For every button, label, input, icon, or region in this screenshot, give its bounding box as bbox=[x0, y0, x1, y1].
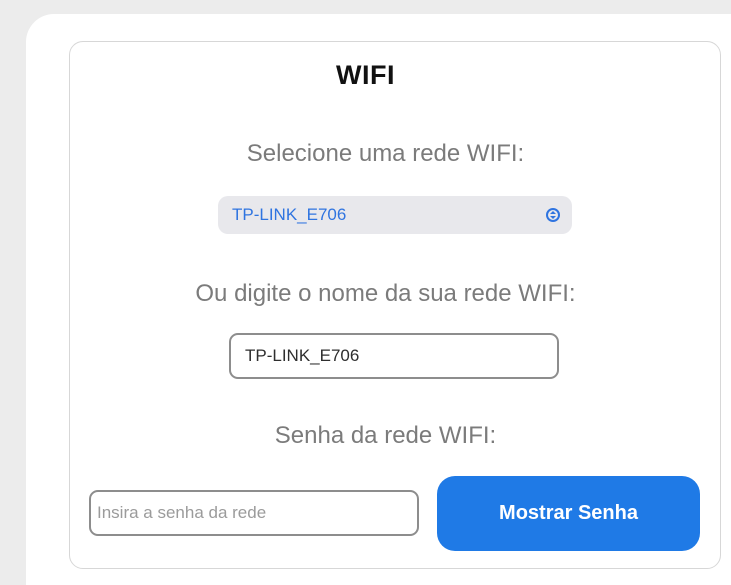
network-select-value: TP-LINK_E706 bbox=[232, 205, 347, 224]
password-label: Senha da rede WIFI: bbox=[274, 422, 497, 449]
network-name-label: Ou digite o nome da sua rede WIFI: bbox=[195, 280, 576, 307]
select-arrows-icon bbox=[546, 208, 560, 222]
show-password-button[interactable]: Mostrar Senha bbox=[437, 476, 700, 551]
network-select-label: Selecione uma rede WIFI: bbox=[246, 140, 525, 167]
page-title: WIFI bbox=[336, 60, 395, 90]
network-name-input[interactable] bbox=[229, 333, 559, 379]
network-select[interactable]: TP-LINK_E706 bbox=[218, 196, 572, 234]
password-input[interactable] bbox=[89, 490, 419, 536]
